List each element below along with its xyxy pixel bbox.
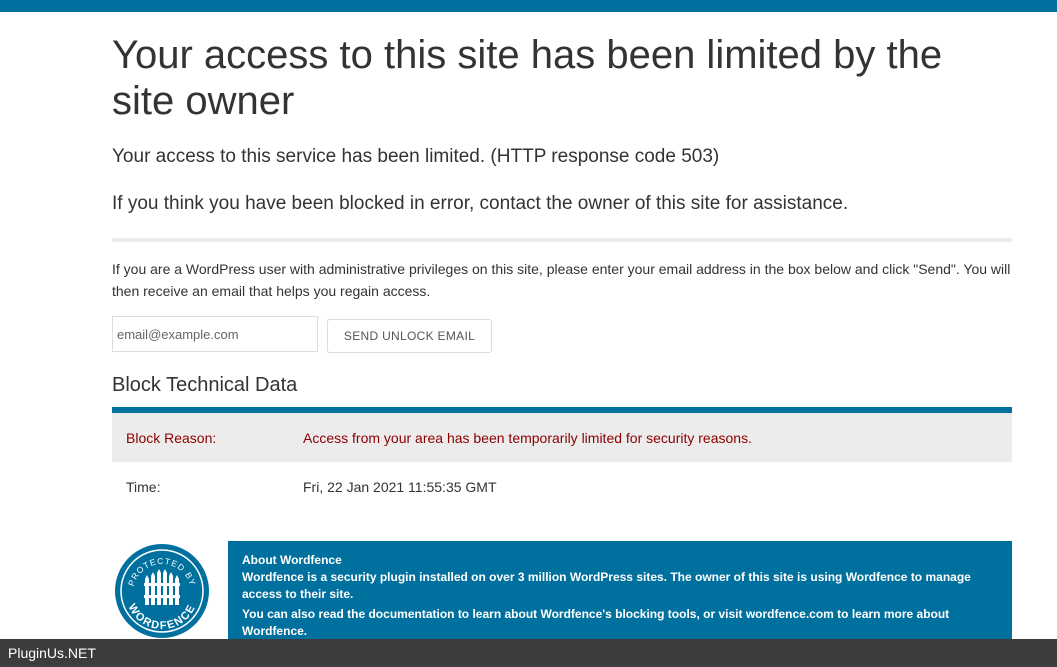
- section-divider: [112, 238, 1012, 242]
- time-value: Fri, 22 Jan 2021 11:55:35 GMT: [303, 479, 497, 495]
- block-reason-label: Block Reason:: [126, 430, 217, 446]
- page-title: Your access to this site has been limite…: [112, 33, 943, 123]
- watermark-bar: PluginUs.NET: [0, 639, 1057, 667]
- unlock-instructions: If you are a WordPress user with adminis…: [112, 261, 1011, 299]
- about-wordfence-panel: About Wordfence Wordfence is a security …: [228, 541, 1012, 639]
- block-reason-value: Access from your area has been temporari…: [303, 430, 752, 446]
- time-row: Time: Fri, 22 Jan 2021 11:55:35 GMT: [112, 462, 1012, 511]
- contact-message: If you think you have been blocked in er…: [112, 193, 849, 214]
- send-unlock-email-button[interactable]: SEND UNLOCK EMAIL: [327, 319, 492, 353]
- block-data-table: Block Reason: Access from your area has …: [112, 407, 1012, 511]
- about-title: About Wordfence: [242, 553, 342, 567]
- email-input[interactable]: [112, 316, 318, 352]
- watermark-text: PluginUs.NET: [8, 645, 96, 661]
- time-label: Time:: [126, 479, 161, 495]
- block-technical-data-heading: Block Technical Data: [112, 374, 298, 396]
- wordfence-protected-badge: PROTECTED BY WORDFENCE: [114, 543, 210, 639]
- block-reason-row: Block Reason: Access from your area has …: [112, 413, 1012, 462]
- about-paragraph-2: You can also read the documentation to l…: [242, 607, 950, 638]
- limited-message: Your access to this service has been lim…: [112, 146, 720, 167]
- wordfence-seal-icon: PROTECTED BY WORDFENCE: [115, 544, 209, 638]
- about-paragraph-1: Wordfence is a security plugin installed…: [242, 570, 971, 601]
- top-accent-bar: [0, 0, 1057, 12]
